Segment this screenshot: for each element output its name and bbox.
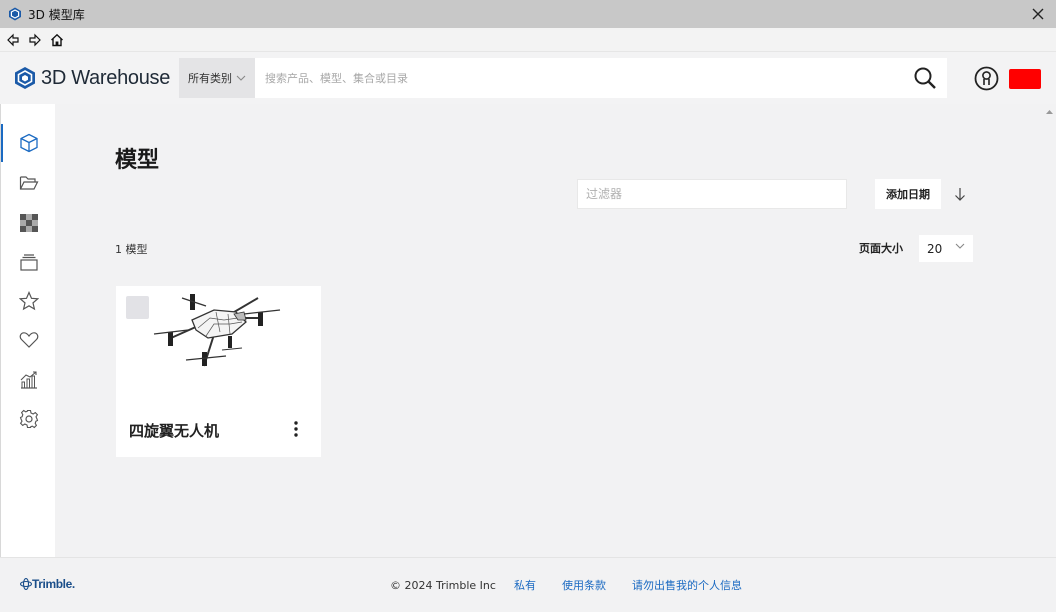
- page-size-label: 页面大小: [859, 242, 903, 255]
- category-label: 所有类别: [188, 72, 232, 85]
- sidebar: [0, 104, 55, 557]
- model-thumbnail: [153, 294, 281, 367]
- model-card[interactable]: 四旋翼无人机: [116, 286, 321, 457]
- folder-icon: [19, 176, 38, 190]
- page-title: 模型: [115, 148, 160, 173]
- trimble-globe-icon: [20, 578, 32, 590]
- search-input[interactable]: [255, 59, 903, 97]
- gear-icon: [19, 409, 38, 429]
- sort-direction-arrow-icon[interactable]: [949, 182, 971, 206]
- vertical-scrollbar[interactable]: [1043, 104, 1056, 557]
- app-header: 3D Warehouse 所有类别: [0, 52, 1056, 104]
- forward-arrow-icon[interactable]: [24, 29, 46, 51]
- close-window-icon[interactable]: [1028, 4, 1048, 24]
- footer-links: © 2024 Trimble Inc 私有 使用条款 请勿出售我的个人信息: [390, 577, 768, 593]
- filter-input[interactable]: [577, 179, 847, 209]
- window-title: 3D 模型库: [28, 7, 85, 22]
- footer: Trimble. © 2024 Trimble Inc 私有 使用条款 请勿出售…: [0, 557, 1056, 612]
- chevron-down-icon: [236, 75, 246, 81]
- trimble-logo[interactable]: Trimble.: [20, 577, 75, 591]
- star-icon: [18, 291, 39, 311]
- main-content: 模型 添加日期 1 模型 页面大小 20: [55, 104, 1043, 557]
- sidebar-item-models[interactable]: [1, 124, 56, 162]
- sidebar-item-settings[interactable]: [1, 400, 56, 438]
- material-icon: [19, 214, 38, 232]
- footer-link-do-not-sell[interactable]: 请勿出售我的个人信息: [632, 577, 742, 593]
- cube-icon: [19, 133, 38, 153]
- sidebar-item-folders[interactable]: [1, 164, 56, 202]
- back-arrow-icon[interactable]: [2, 29, 24, 51]
- warehouse-logo[interactable]: 3D Warehouse: [14, 66, 170, 90]
- user-name-redacted[interactable]: [1009, 69, 1041, 89]
- model-title: 四旋翼无人机: [129, 422, 220, 440]
- sidebar-item-materials[interactable]: [1, 204, 56, 242]
- sidebar-item-analytics[interactable]: [1, 361, 56, 399]
- chevron-down-icon: [955, 243, 965, 249]
- window-title-bar: 3D 模型库: [0, 0, 1056, 28]
- logo-text: 3D Warehouse: [41, 66, 171, 89]
- analytics-icon: [20, 371, 37, 389]
- search-icon[interactable]: [903, 58, 947, 98]
- page-size-select[interactable]: 20: [919, 235, 973, 262]
- sort-by-date-button[interactable]: 添加日期: [875, 179, 941, 209]
- more-options-icon[interactable]: [286, 418, 306, 440]
- warehouse-logo-icon: [15, 67, 35, 89]
- footer-link-privacy[interactable]: 私有: [514, 577, 536, 593]
- category-dropdown[interactable]: 所有类别: [179, 58, 255, 98]
- model-count: 1 模型: [115, 243, 148, 256]
- browser-nav-bar: [0, 28, 1056, 52]
- trimble-brand-text: Trimble.: [32, 577, 75, 591]
- page-size-value: 20: [927, 241, 943, 256]
- home-icon[interactable]: [46, 29, 68, 51]
- heart-icon: [19, 332, 38, 348]
- sidebar-item-likes[interactable]: [1, 321, 56, 359]
- sidebar-item-collections[interactable]: [1, 243, 56, 281]
- app-logo-icon: [8, 7, 22, 21]
- copyright-text: © 2024 Trimble Inc: [390, 578, 496, 592]
- scroll-up-arrow-icon[interactable]: [1045, 108, 1054, 116]
- account-icon[interactable]: [974, 66, 999, 91]
- footer-link-terms[interactable]: 使用条款: [562, 577, 606, 593]
- collection-icon: [19, 254, 38, 271]
- search-bar: 所有类别: [179, 58, 947, 98]
- sidebar-item-favorites[interactable]: [1, 282, 56, 320]
